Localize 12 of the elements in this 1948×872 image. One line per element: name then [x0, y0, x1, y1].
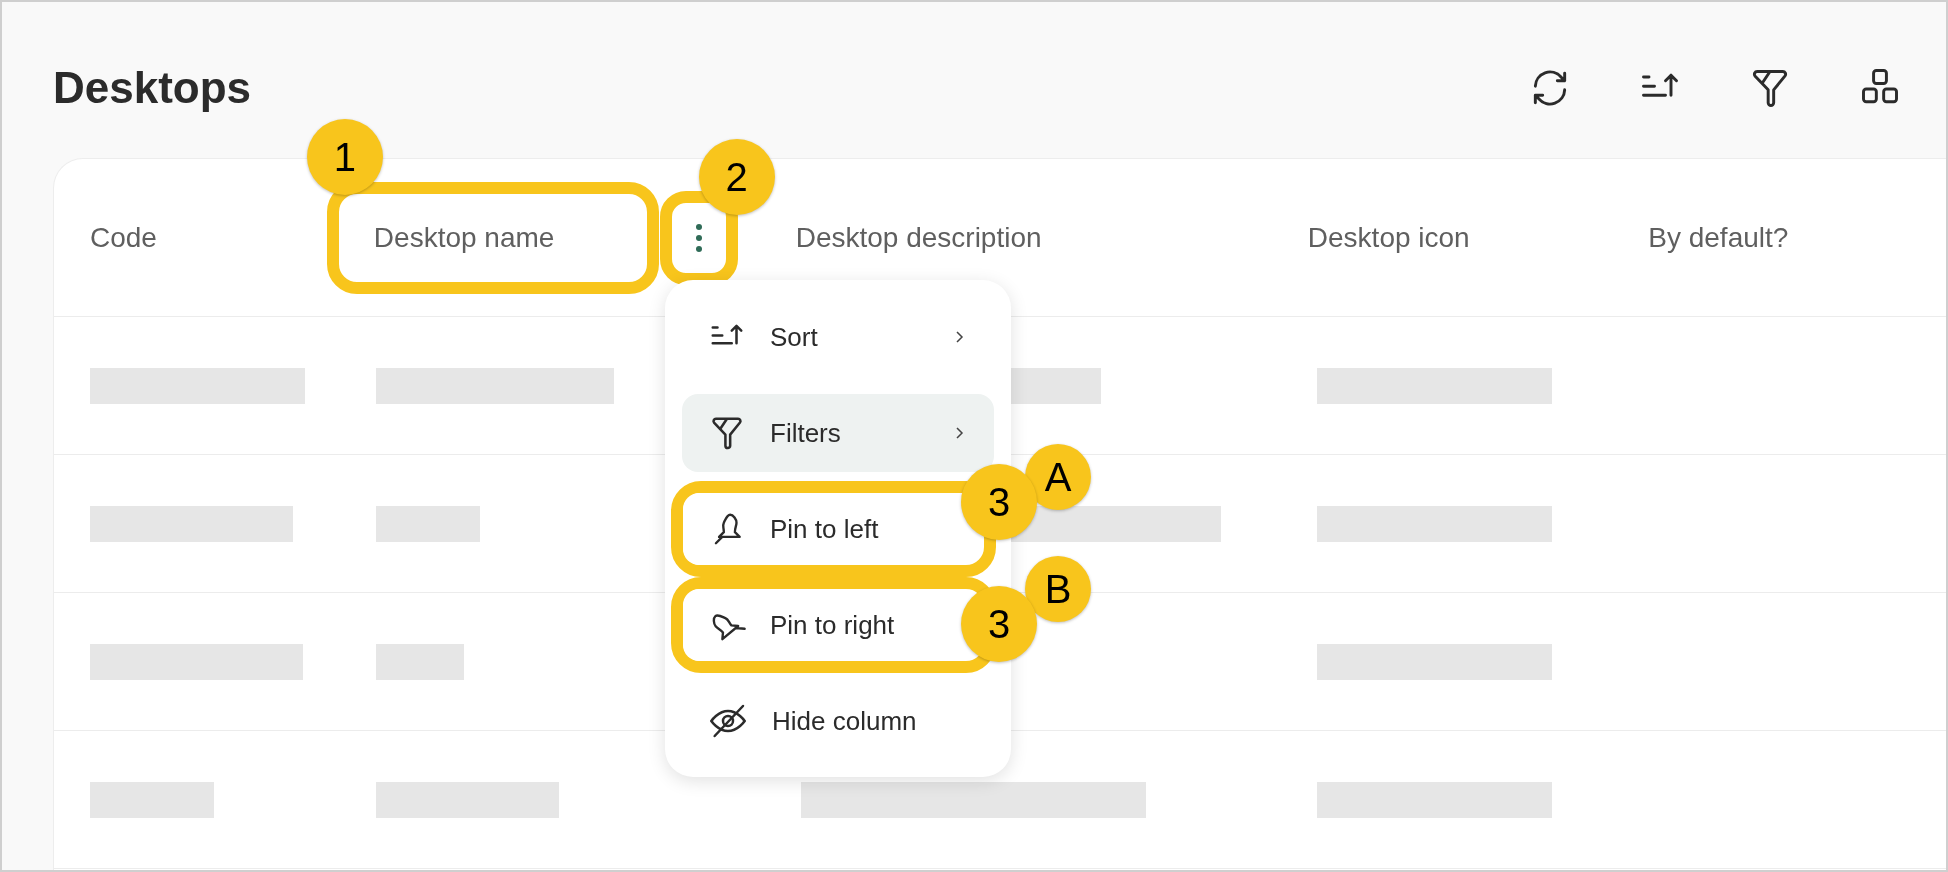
- column-header[interactable]: Desktop name: [373, 216, 555, 259]
- page-title: Desktops: [53, 62, 252, 114]
- callout-badge: A: [1025, 444, 1091, 510]
- callout-badge: B: [1025, 556, 1091, 622]
- column-header[interactable]: Desktop description: [795, 216, 1042, 259]
- callout-badge: 2: [698, 138, 775, 215]
- callout-badge: 1: [306, 118, 383, 195]
- column-header[interactable]: Code: [90, 216, 157, 259]
- menu-item[interactable]: Filters: [682, 394, 994, 472]
- column-header[interactable]: By default?: [1648, 216, 1789, 259]
- column-header[interactable]: Desktop icon: [1307, 216, 1470, 259]
- callout-badge: 3: [961, 586, 1037, 662]
